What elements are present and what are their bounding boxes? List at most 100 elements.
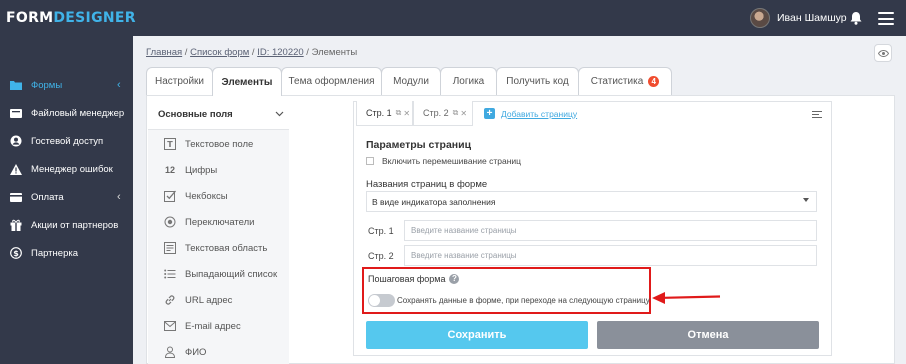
checkbox-icon xyxy=(164,190,176,202)
textarea-icon xyxy=(164,242,176,254)
breadcrumb-current: Элементы xyxy=(311,47,358,58)
user-icon xyxy=(10,135,22,147)
field-label: Текстовая область xyxy=(185,242,268,254)
close-icon[interactable]: ✕ xyxy=(403,109,410,118)
logo[interactable]: FORMDESIGNER xyxy=(6,10,136,26)
top-bar: FORMDESIGNER Иван Шамшур xyxy=(0,0,906,36)
tab-statistics[interactable]: Статистика 4 xyxy=(578,67,672,95)
text-field-icon: T xyxy=(164,138,176,150)
sidebar-item-error-manager[interactable]: Менеджер ошибок xyxy=(0,156,133,182)
copy-icon[interactable]: ⧉ xyxy=(396,108,402,118)
page-row-label: Стр. 2 xyxy=(368,251,394,261)
save-data-toggle[interactable] xyxy=(368,294,395,307)
field-full-name[interactable]: ФИО xyxy=(148,339,289,364)
copy-icon[interactable]: ⧉ xyxy=(453,108,459,118)
field-label: URL адрес xyxy=(185,294,233,306)
eye-icon xyxy=(877,49,889,57)
tab-settings[interactable]: Настройки xyxy=(146,67,213,95)
tab-label: Логика xyxy=(452,76,485,87)
page-2-name-input[interactable]: Введите название страницы xyxy=(404,245,817,266)
tab-modules[interactable]: Модули xyxy=(381,67,441,95)
tab-get-code[interactable]: Получить код xyxy=(496,67,579,95)
shuffle-checkbox-row[interactable]: Включить перемешивание страниц xyxy=(366,156,521,166)
preview-button[interactable] xyxy=(874,44,892,62)
list-icon xyxy=(164,268,176,280)
shuffle-checkbox[interactable] xyxy=(366,157,374,165)
field-checkboxes[interactable]: Чекбоксы xyxy=(148,183,289,209)
mail-icon xyxy=(164,320,176,332)
folder-icon xyxy=(10,79,22,91)
sidebar-item-label: Оплата xyxy=(31,191,64,203)
username[interactable]: Иван Шамшур xyxy=(777,12,847,24)
link-icon xyxy=(164,294,176,306)
field-url[interactable]: URL адрес xyxy=(148,287,289,313)
tab-label: Модули xyxy=(393,76,429,87)
menu-icon[interactable] xyxy=(878,12,894,25)
close-icon[interactable]: ✕ xyxy=(460,109,467,118)
page-names-label: Названия страниц в форме xyxy=(366,179,488,190)
chevron-left-icon: ‹ xyxy=(117,79,121,91)
notification-badge: 4 xyxy=(648,76,660,87)
breadcrumb-home-link[interactable]: Главная xyxy=(146,47,182,58)
options-icon[interactable] xyxy=(812,111,822,119)
breadcrumb-separator: / xyxy=(303,47,312,58)
dollar-icon: $ xyxy=(10,247,22,259)
bell-icon[interactable] xyxy=(848,10,864,26)
sidebar-item-payment[interactable]: Оплата ‹ xyxy=(0,184,133,210)
page-tab-1[interactable]: Стр. 1 ⧉ ✕ xyxy=(356,101,413,126)
sidebar: Формы ‹ Файловый менеджер Гостевой досту… xyxy=(0,36,133,364)
card-icon xyxy=(10,191,22,203)
field-label: Цифры xyxy=(185,164,218,176)
tab-elements[interactable]: Элементы xyxy=(212,67,282,96)
sidebar-item-file-manager[interactable]: Файловый менеджер xyxy=(0,100,133,126)
page-editor: Стр. 1 ⧉ ✕ Стр. 2 ⧉ ✕ + Добавить страницу… xyxy=(353,101,832,356)
field-textarea[interactable]: Текстовая область xyxy=(148,235,289,261)
tab-label: Получить код xyxy=(506,76,569,87)
step-form-title: Пошаговая форма ? xyxy=(368,274,460,284)
logo-part-2: DESIGNER xyxy=(53,10,136,26)
sidebar-item-partner-promotions[interactable]: Акции от партнеров xyxy=(0,212,133,238)
sidebar-item-guest-access[interactable]: Гостевой доступ xyxy=(0,128,133,154)
toggle-knob xyxy=(369,295,380,306)
breadcrumb-separator: / xyxy=(249,47,258,58)
sidebar-item-forms[interactable]: Формы ‹ xyxy=(0,72,133,98)
cancel-button[interactable]: Отмена xyxy=(597,321,819,349)
warning-icon xyxy=(10,163,22,175)
page-1-name-input[interactable]: Введите название страницы xyxy=(404,220,817,241)
breadcrumb-id-link[interactable]: ID: 120220 xyxy=(257,47,303,58)
svg-text:$: $ xyxy=(13,249,19,258)
tab-logic[interactable]: Логика xyxy=(440,67,497,95)
tab-theme[interactable]: Тема оформления xyxy=(281,67,382,95)
page-row-label: Стр. 1 xyxy=(368,226,394,236)
add-page-label: Добавить страницу xyxy=(501,108,578,119)
tab-label: Элементы xyxy=(221,76,273,88)
field-radio[interactable]: Переключатели xyxy=(148,209,289,235)
sidebar-item-affiliate[interactable]: $ Партнерка xyxy=(0,240,133,266)
page-tab-2[interactable]: Стр. 2 ⧉ ✕ xyxy=(413,101,473,126)
field-email[interactable]: E-mail адрес xyxy=(148,313,289,339)
tab-label: Тема оформления xyxy=(288,76,375,87)
annotation-arrow-icon xyxy=(652,292,721,304)
field-dropdown[interactable]: Выпадающий список xyxy=(148,261,289,287)
field-label: E-mail адрес xyxy=(185,320,241,332)
sidebar-item-label: Файловый менеджер xyxy=(31,107,125,119)
fields-panel-header[interactable]: Основные поля xyxy=(148,97,289,130)
person-icon xyxy=(164,346,176,358)
step-form-highlight: Пошаговая форма ? Сохранять данные в фор… xyxy=(362,267,651,314)
page-names-select[interactable]: В виде индикатора заполнения xyxy=(366,191,817,212)
help-icon[interactable]: ? xyxy=(449,274,460,284)
gift-icon xyxy=(10,219,22,231)
section-title: Параметры страниц xyxy=(366,139,472,151)
tab-label: Настройки xyxy=(154,76,205,87)
avatar[interactable] xyxy=(750,8,770,28)
tab-label: Статистика xyxy=(590,76,644,87)
field-text-input[interactable]: T Текстовое поле xyxy=(148,131,289,157)
save-button[interactable]: Сохранить xyxy=(366,321,588,349)
field-numbers[interactable]: 12 Цифры xyxy=(148,157,289,183)
sidebar-item-label: Акции от партнеров xyxy=(31,219,119,231)
sidebar-item-label: Менеджер ошибок xyxy=(31,163,113,175)
field-label: Переключатели xyxy=(185,216,255,228)
field-label: Выпадающий список xyxy=(185,268,278,280)
add-page-link[interactable]: + Добавить страницу xyxy=(484,108,577,119)
breadcrumb-forms-link[interactable]: Список форм xyxy=(190,47,249,58)
